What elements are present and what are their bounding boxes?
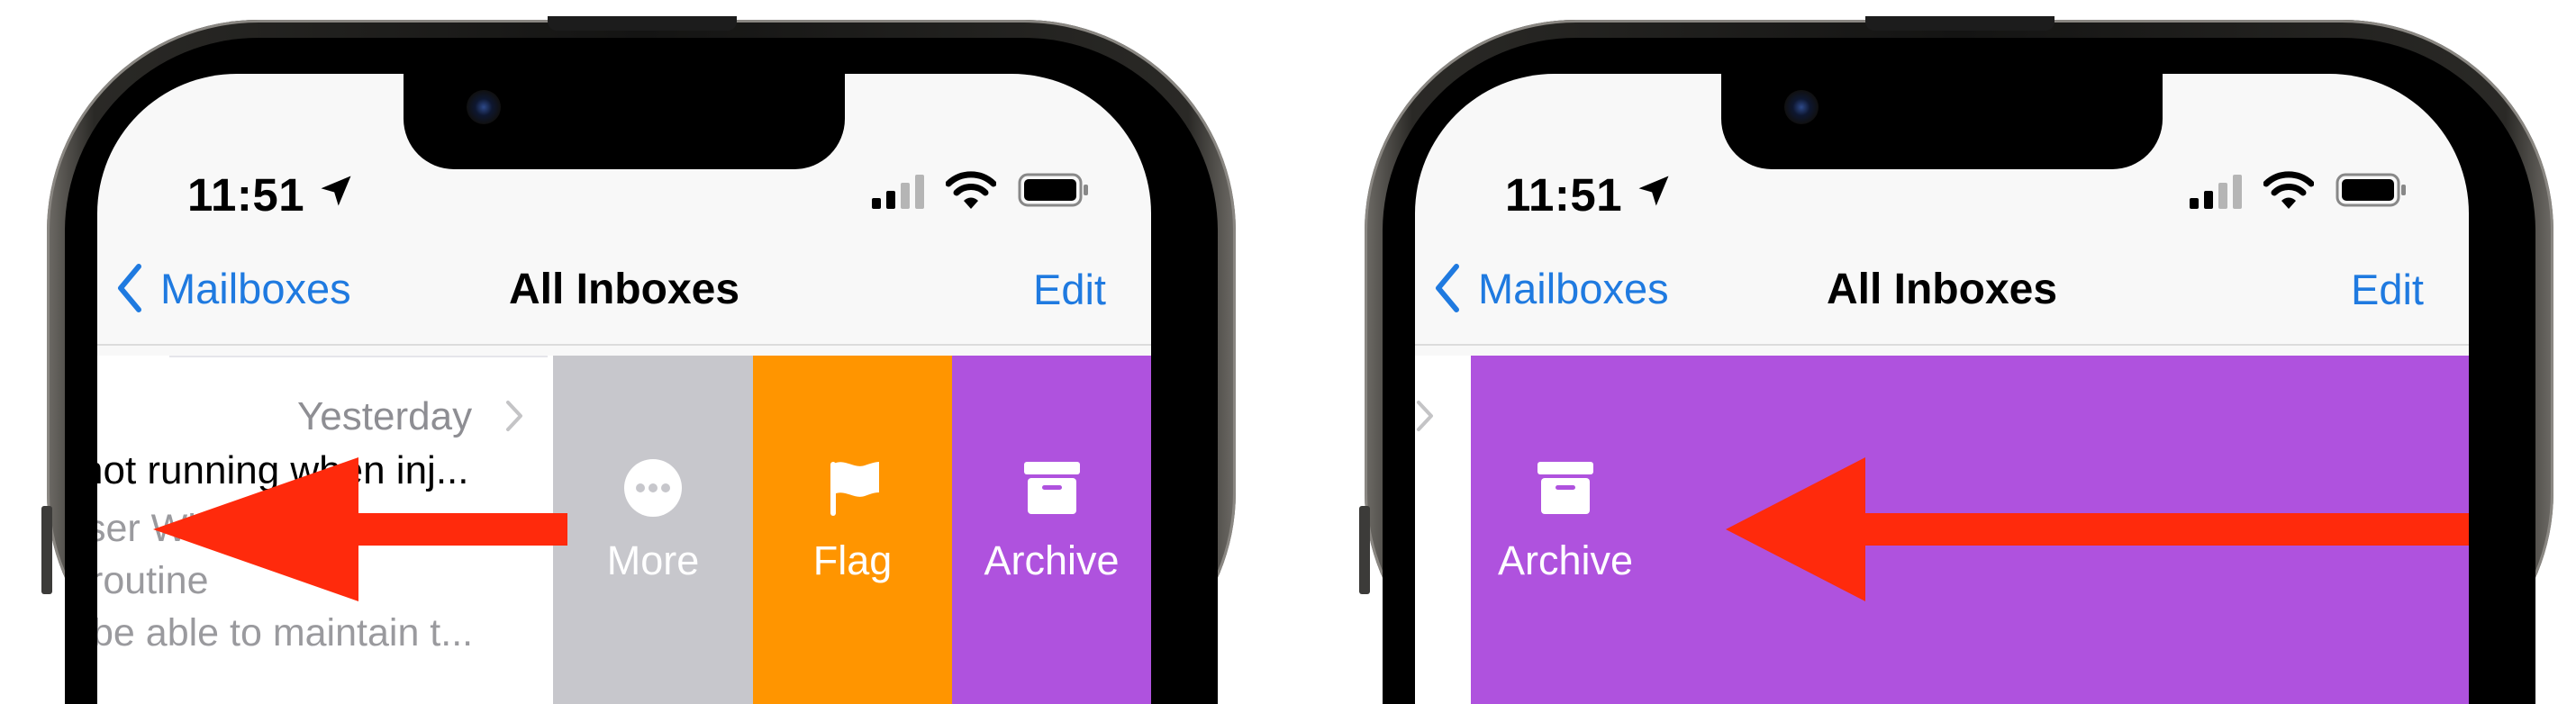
archive-action-label: Archive (984, 537, 1120, 583)
nav-divider (1415, 344, 2469, 346)
more-action-label: More (606, 537, 700, 583)
status-time: 11:51 (187, 169, 305, 221)
message-row[interactable] (1415, 356, 1471, 704)
archive-action-button[interactable]: Archive (952, 356, 1151, 704)
archive-box-icon (1537, 462, 1594, 514)
ellipsis-circle-icon (624, 459, 682, 517)
edit-button[interactable]: Edit (2351, 265, 2424, 314)
front-camera (1784, 90, 1819, 124)
chevron-right-icon (506, 401, 522, 431)
edit-button[interactable]: Edit (1033, 265, 1106, 314)
screen-right: 11:51 Mailboxes All Inboxes Edit Archive (1415, 74, 2469, 704)
front-camera (467, 90, 501, 124)
wifi-icon (946, 171, 996, 209)
battery-icon (1018, 173, 1088, 207)
page-title: All Inboxes (508, 266, 740, 313)
swipe-left-arrow (1726, 457, 2469, 601)
phone-frame-left: 11:51 Mailboxes All Inboxes Edit Yesterd… (41, 16, 1236, 704)
message-list: Archive (1415, 356, 2469, 704)
phone-frame-right: 11:51 Mailboxes All Inboxes Edit Archive (1359, 16, 2553, 704)
message-list: Yesterday not running when inj... ser Wh… (97, 356, 1151, 704)
archive-box-icon (1023, 462, 1080, 514)
message-preview-line: be able to maintain t... (97, 611, 474, 654)
earpiece-speaker (1865, 16, 2054, 31)
flag-action-label: Flag (812, 537, 893, 583)
location-arrow-icon (1638, 176, 1669, 206)
flag-icon (830, 462, 879, 516)
flag-action-button[interactable]: Flag (753, 356, 952, 704)
cellular-signal-icon (2190, 175, 2242, 209)
earpiece-speaker (548, 16, 737, 31)
status-time: 11:51 (1505, 169, 1623, 221)
page-title: All Inboxes (1826, 266, 2058, 313)
location-arrow-icon (321, 176, 351, 206)
nav-divider (97, 344, 1151, 346)
row-separator (169, 356, 548, 357)
chevron-right-icon (1417, 401, 1433, 431)
battery-icon (2336, 173, 2406, 207)
wifi-icon (2263, 171, 2314, 209)
notch (404, 74, 845, 169)
screen-left: 11:51 Mailboxes All Inboxes Edit Yesterd… (97, 74, 1151, 704)
archive-action-content: Archive (1498, 356, 1633, 584)
cellular-signal-icon (872, 175, 924, 209)
more-action-button[interactable]: More (553, 356, 753, 704)
side-button (41, 506, 52, 594)
message-date: Yesterday (297, 394, 473, 438)
side-button (1359, 506, 1370, 594)
notch (1721, 74, 2163, 169)
swipe-left-arrow (153, 457, 567, 601)
archive-action-label: Archive (1498, 537, 1634, 583)
